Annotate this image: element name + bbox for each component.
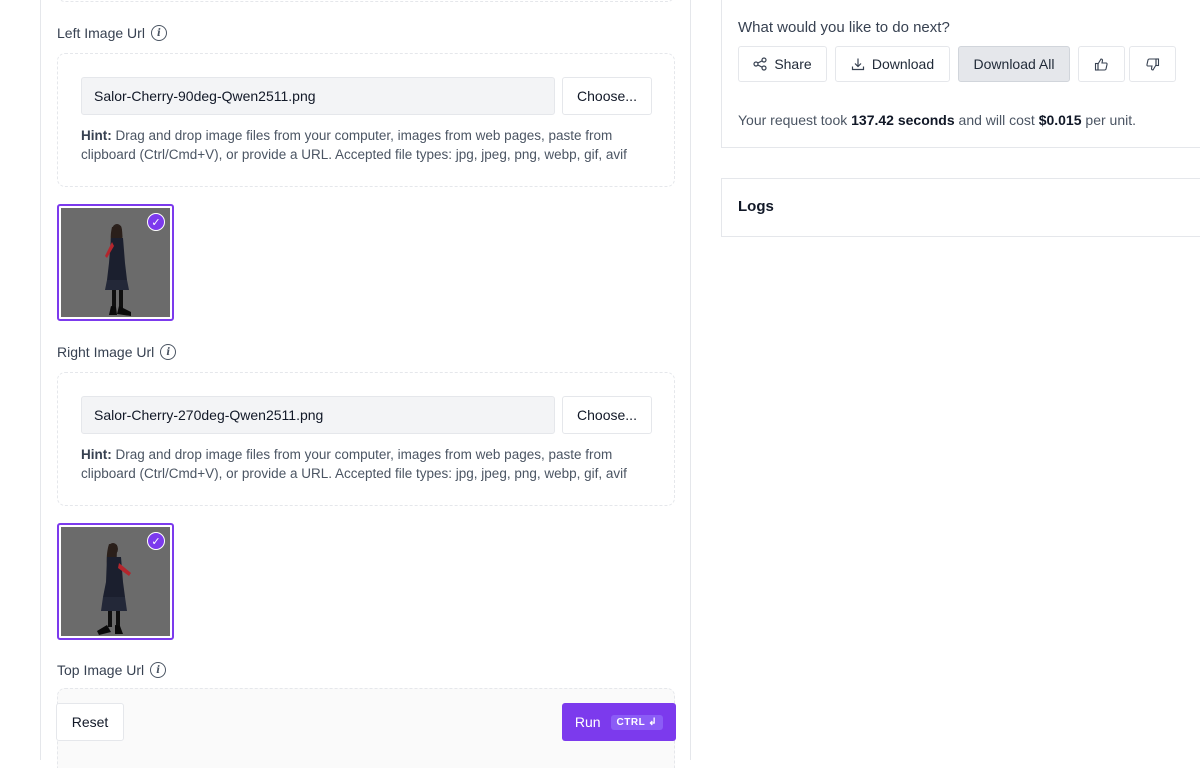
thumbs-down-icon [1146,57,1160,71]
check-icon: ✓ [147,213,165,231]
right-image-url-label: Right Image Url i [57,344,177,360]
check-icon: ✓ [147,532,165,550]
field-label-text: Right Image Url [57,344,155,360]
left-image-thumbnail[interactable]: ✓ [57,204,174,321]
logs-title: Logs [738,198,774,215]
hint-text: Drag and drop image files from your comp… [81,128,627,162]
cost-prefix: Your request took [738,112,848,128]
right-image-thumbnail[interactable]: ✓ [57,523,174,640]
right-image-url-input[interactable] [81,396,555,434]
next-actions-title: What would you like to do next? [738,19,950,36]
logs-panel[interactable]: Logs [721,178,1200,237]
thumbs-down-button[interactable] [1129,46,1176,82]
right-image-choose-button[interactable]: Choose... [562,396,652,434]
download-label: Download [871,56,935,72]
image-preview: ✓ [61,527,170,636]
cost-suffix: per unit. [1085,112,1136,128]
request-cost-text: Your request took 137.42 seconds and wil… [738,112,1136,128]
dropzone-hint: Hint: Drag and drop image files from you… [81,445,661,483]
hint-text: Drag and drop image files from your comp… [81,447,627,481]
share-icon [753,57,767,71]
input-form-panel: Left Image Url i Choose... Hint: Drag an… [40,0,691,768]
info-icon[interactable]: i [150,662,167,678]
share-label: Share [774,56,812,72]
image-preview: ✓ [61,208,170,317]
request-price: $0.015 [1038,112,1082,128]
request-duration: 137.42 seconds [851,112,955,128]
run-button[interactable]: Run CTRL ↲ [562,703,676,741]
left-image-url-input[interactable] [81,77,555,115]
left-image-choose-button[interactable]: Choose... [562,77,652,115]
next-actions-panel: What would you like to do next? Share Do… [721,0,1200,148]
run-label: Run [574,714,601,730]
info-icon[interactable]: i [160,344,177,360]
hint-label: Hint: [81,447,112,462]
right-image-dropzone[interactable]: Choose... Hint: Drag and drop image file… [57,372,675,506]
left-image-dropzone[interactable]: Choose... Hint: Drag and drop image file… [57,53,675,187]
info-icon[interactable]: i [150,25,167,41]
left-image-url-label: Left Image Url i [57,25,167,41]
keyboard-shortcut-badge: CTRL ↲ [610,714,664,730]
download-button[interactable]: Download [835,46,950,82]
share-button[interactable]: Share [738,46,827,82]
previous-dropzone-edge [57,0,675,2]
dropzone-hint: Hint: Drag and drop image files from you… [81,126,661,164]
hint-label: Hint: [81,128,112,143]
top-image-url-label: Top Image Url i [57,662,167,678]
download-all-label: Download All [973,56,1055,72]
download-icon [851,58,864,71]
cost-middle: and will cost [958,112,1035,128]
download-all-button[interactable]: Download All [958,46,1070,82]
field-label-text: Top Image Url [57,662,145,678]
field-label-text: Left Image Url [57,25,145,41]
thumbs-up-button[interactable] [1078,46,1125,82]
thumbs-up-icon [1094,57,1108,71]
reset-button[interactable]: Reset [56,703,124,741]
